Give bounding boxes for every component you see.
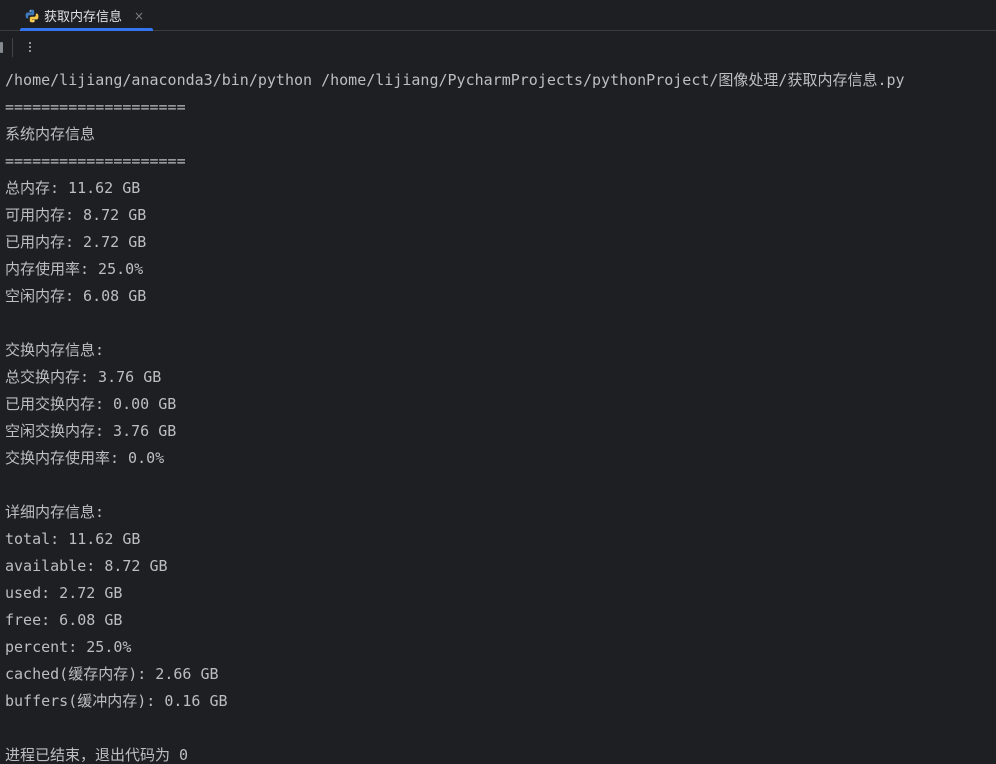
console-heading: 系统内存信息	[5, 125, 96, 143]
console-line: percent: 25.0%	[5, 638, 132, 656]
console-output[interactable]: /home/lijiang/anaconda3/bin/python /home…	[0, 64, 996, 764]
console-line: free: 6.08 GB	[5, 611, 123, 629]
toolbar-divider	[12, 38, 13, 57]
console-line: used: 2.72 GB	[5, 584, 123, 602]
console-separator: ====================	[5, 152, 186, 170]
python-icon	[25, 9, 39, 23]
console-line: available: 8.72 GB	[5, 557, 168, 575]
console-heading: 详细内存信息:	[5, 503, 105, 521]
toolbar-edge-handle	[0, 42, 3, 53]
tab-title: 获取内存信息	[44, 10, 123, 25]
console-line: buffers(缓冲内存): 0.16 GB	[5, 692, 228, 710]
console-line: 总交换内存: 3.76 GB	[5, 368, 162, 386]
console-line: 可用内存: 8.72 GB	[5, 206, 147, 224]
console-line: cached(缓存内存): 2.66 GB	[5, 665, 219, 683]
more-vertical-icon[interactable]	[22, 37, 38, 57]
console-line: 总内存: 11.62 GB	[5, 179, 141, 197]
console-line: 空闲交换内存: 3.76 GB	[5, 422, 177, 440]
console-line: 空闲内存: 6.08 GB	[5, 287, 147, 305]
console-line: total: 11.62 GB	[5, 530, 141, 548]
tab-run-console[interactable]: 获取内存信息 ×	[20, 0, 153, 31]
console-line: 已用内存: 2.72 GB	[5, 233, 147, 251]
console-line: 内存使用率: 25.0%	[5, 260, 144, 278]
close-icon[interactable]: ×	[134, 10, 144, 22]
console-toolbar	[0, 31, 996, 64]
console-line: 已用交换内存: 0.00 GB	[5, 395, 177, 413]
console-exit-status: 进程已结束，退出代码为 0	[5, 746, 189, 764]
console-separator: ====================	[5, 98, 186, 116]
console-line: 交换内存使用率: 0.0%	[5, 449, 165, 467]
console-command-line: /home/lijiang/anaconda3/bin/python /home…	[5, 71, 905, 89]
editor-tab-bar: 获取内存信息 ×	[0, 0, 996, 31]
console-heading: 交换内存信息:	[5, 341, 105, 359]
